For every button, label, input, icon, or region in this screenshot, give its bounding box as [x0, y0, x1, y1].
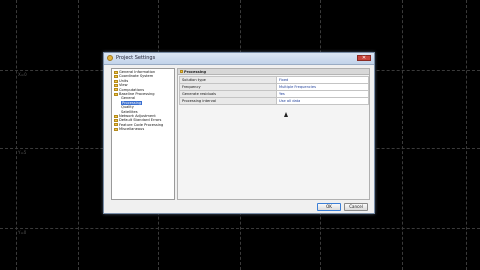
tree-item-label: Miscellaneous [119, 127, 145, 132]
close-button[interactable]: ✕ [357, 55, 371, 61]
property-name: Solution type [179, 76, 277, 84]
mouse-cursor-icon [284, 112, 288, 117]
property-value[interactable]: Fixed [276, 76, 369, 84]
folder-icon [114, 114, 118, 118]
property-name: Generate residuals [179, 90, 277, 98]
folder-icon [114, 70, 118, 74]
property-row[interactable]: Processing interval Use all data [179, 97, 369, 105]
property-row[interactable]: Solution type Fixed [179, 76, 369, 84]
property-value[interactable]: Multiple Frequencies [276, 83, 369, 91]
folder-icon [114, 92, 118, 96]
grid-label: X=0 [18, 72, 27, 77]
property-name: Frequency [179, 83, 277, 91]
dialog-titlebar[interactable]: Project Settings ✕ [104, 53, 374, 65]
tree-item-miscellaneous[interactable]: Miscellaneous [112, 127, 174, 131]
settings-tree: General Information Coordinate System Un… [111, 68, 175, 200]
folder-icon [114, 88, 118, 92]
panel-header: Processing [178, 69, 369, 75]
folder-icon [114, 79, 118, 83]
property-row[interactable]: Frequency Multiple Frequencies [179, 83, 369, 91]
property-grid: Solution type Fixed Frequency Multiple F… [179, 76, 369, 105]
folder-icon [114, 75, 118, 79]
property-name: Processing interval [179, 97, 277, 105]
grid-label: Y=5 [18, 150, 27, 155]
properties-panel: Processing Solution type Fixed Frequency… [177, 68, 370, 200]
folder-icon [179, 70, 183, 73]
cancel-button[interactable]: Cancel [344, 203, 368, 211]
dialog-title: Project Settings [116, 55, 156, 61]
folder-icon [114, 127, 118, 131]
property-row[interactable]: Generate residuals Yes [179, 90, 369, 98]
ok-button[interactable]: OK [317, 203, 341, 211]
folder-icon [114, 119, 118, 123]
panel-title: Processing [184, 69, 207, 74]
folder-icon [114, 83, 118, 87]
property-value[interactable]: Use all data [276, 97, 369, 105]
app-icon [107, 55, 113, 61]
property-value[interactable]: Yes [276, 90, 369, 98]
folder-icon [114, 123, 118, 127]
project-settings-dialog: Project Settings ✕ General Information C… [103, 52, 375, 214]
grid-label: Y=0 [18, 230, 27, 235]
